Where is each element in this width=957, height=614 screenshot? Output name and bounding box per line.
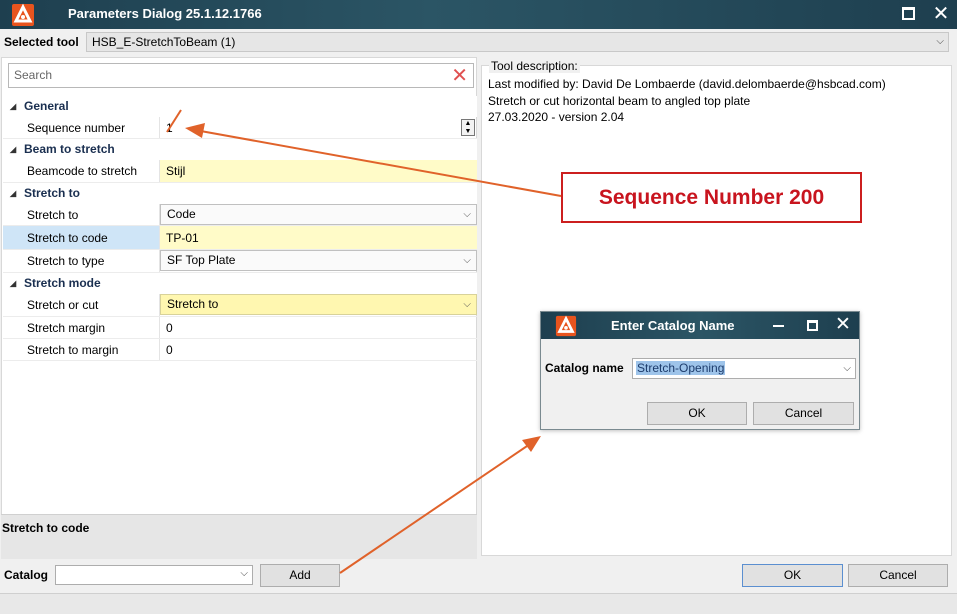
row-sequence-number[interactable]: Sequence number 1 ▲ ▼	[3, 117, 477, 139]
stretch-to-margin-field[interactable]: 0	[160, 339, 477, 360]
maximize-button[interactable]	[902, 7, 915, 20]
category-stretch-mode[interactable]: ◢ Stretch mode	[3, 273, 477, 294]
search-placeholder: Search	[14, 68, 53, 82]
row-stretch-margin[interactable]: Stretch margin 0	[3, 317, 477, 339]
window-title: Parameters Dialog 25.1.12.1766	[68, 6, 262, 21]
bottom-bar: Catalog ⌵ Add OK Cancel	[0, 559, 957, 593]
triangle-expanded-icon[interactable]: ◢	[10, 96, 16, 117]
title-bar: Parameters Dialog 25.1.12.1766 ✕	[0, 0, 957, 29]
selected-tool-dropdown[interactable]: HSB_E-StretchToBeam (1) ⌵	[86, 32, 949, 52]
row-beamcode-to-stretch[interactable]: Beamcode to stretch Stijl	[3, 160, 477, 183]
stretch-or-cut-dropdown[interactable]: Stretch to ⌵	[160, 294, 477, 315]
row-stretch-or-cut[interactable]: Stretch or cut Stretch to ⌵	[3, 294, 477, 317]
tool-description-line: Last modified by: David De Lombaerde (da…	[488, 77, 886, 91]
stretch-to-type-dropdown[interactable]: SF Top Plate ⌵	[160, 250, 477, 271]
status-strip	[0, 593, 957, 614]
catalog-name-combo[interactable]: Stretch-Opening ⌵	[632, 358, 856, 379]
category-stretch-to[interactable]: ◢ Stretch to	[3, 183, 477, 204]
chevron-down-icon: ⌵	[463, 255, 471, 266]
stepper-up-icon[interactable]: ▲	[462, 120, 474, 128]
catalog-name-label: Catalog name	[545, 361, 624, 375]
stretch-to-dropdown[interactable]: Code ⌵	[160, 204, 477, 225]
triangle-expanded-icon[interactable]: ◢	[10, 273, 16, 294]
chevron-down-icon: ⌵	[463, 209, 471, 220]
selected-tool-label: Selected tool	[4, 35, 79, 49]
add-button[interactable]: Add	[260, 564, 340, 587]
tool-description-line: 27.03.2020 - version 2.04	[488, 110, 625, 124]
stepper-down-icon[interactable]: ▼	[462, 128, 474, 136]
beamcode-field[interactable]: Stijl	[160, 160, 477, 182]
property-label: Stretch to type	[3, 250, 160, 272]
dialog-cancel-button[interactable]: Cancel	[753, 402, 854, 425]
catalog-label: Catalog	[4, 568, 49, 582]
chevron-down-icon[interactable]: ⌵	[843, 359, 851, 378]
property-label: Stretch margin	[3, 317, 160, 338]
dialog-title-bar: Enter Catalog Name ✕	[541, 312, 859, 339]
stretch-to-type-value: SF Top Plate	[167, 253, 236, 267]
tool-description-header: Tool description:	[489, 59, 580, 73]
row-stretch-to-code[interactable]: Stretch to code TP-01	[3, 226, 477, 250]
tool-description-line: Stretch or cut horizontal beam to angled…	[488, 94, 751, 108]
sequence-number-stepper[interactable]: ▲ ▼	[461, 119, 475, 136]
maximize-button[interactable]	[807, 320, 818, 331]
property-grid: ◢ General Sequence number 1 ▲ ▼ ◢ Beam t…	[3, 96, 477, 361]
category-title: Beam to stretch	[24, 142, 115, 156]
clear-icon[interactable]: ✕	[451, 66, 468, 86]
category-title: Stretch to	[24, 186, 81, 200]
property-label: Stretch to margin	[3, 339, 160, 360]
sequence-number-field[interactable]: 1 ▲ ▼	[160, 117, 477, 138]
cancel-button[interactable]: Cancel	[848, 564, 948, 587]
row-stretch-to[interactable]: Stretch to Code ⌵	[3, 204, 477, 226]
property-label: Stretch to code	[3, 226, 160, 249]
dialog-ok-button[interactable]: OK	[647, 402, 747, 425]
chevron-down-icon: ⌵	[936, 36, 944, 47]
enter-catalog-name-dialog: Enter Catalog Name ✕ Catalog name Stretc…	[540, 311, 860, 430]
property-grid-pane: Search ✕ ◢ General Sequence number 1 ▲ ▼…	[1, 57, 477, 559]
selected-tool-value: HSB_E-StretchToBeam (1)	[92, 35, 236, 49]
dialog-close-button[interactable]: ✕	[835, 314, 851, 336]
stretch-or-cut-value: Stretch to	[167, 297, 219, 311]
category-beam-to-stretch[interactable]: ◢ Beam to stretch	[3, 139, 477, 160]
property-label: Beamcode to stretch	[3, 160, 160, 182]
property-description-title: Stretch to code	[2, 521, 90, 535]
ok-button[interactable]: OK	[742, 564, 843, 587]
property-description-panel: Stretch to code	[1, 514, 477, 559]
catalog-dropdown[interactable]: ⌵	[55, 565, 253, 585]
catalog-name-value[interactable]: Stretch-Opening	[636, 361, 726, 375]
stretch-margin-field[interactable]: 0	[160, 317, 477, 338]
category-general[interactable]: ◢ General	[3, 96, 477, 117]
category-title: Stretch mode	[24, 276, 101, 290]
category-title: General	[24, 99, 69, 113]
stretch-to-value: Code	[167, 207, 196, 221]
dialog-title: Enter Catalog Name	[611, 318, 735, 333]
triangle-expanded-icon[interactable]: ◢	[10, 183, 16, 204]
minimize-button[interactable]	[773, 325, 784, 327]
property-label: Stretch to	[3, 204, 160, 225]
hsbcad-logo-icon	[555, 315, 577, 337]
chevron-down-icon: ⌵	[463, 299, 471, 310]
property-label: Sequence number	[3, 117, 160, 138]
property-label: Stretch or cut	[3, 294, 160, 316]
row-stretch-to-type[interactable]: Stretch to type SF Top Plate ⌵	[3, 250, 477, 273]
triangle-expanded-icon[interactable]: ◢	[10, 139, 16, 160]
close-button[interactable]: ✕	[932, 3, 950, 25]
stretch-to-code-field[interactable]: TP-01	[160, 226, 477, 249]
annotation-callout: Sequence Number 200	[561, 172, 862, 223]
chevron-down-icon: ⌵	[240, 568, 248, 579]
hsbcad-logo-icon	[12, 3, 34, 26]
row-stretch-to-margin[interactable]: Stretch to margin 0	[3, 339, 477, 361]
sequence-number-value: 1	[166, 121, 173, 135]
search-input[interactable]: Search ✕	[8, 63, 474, 88]
